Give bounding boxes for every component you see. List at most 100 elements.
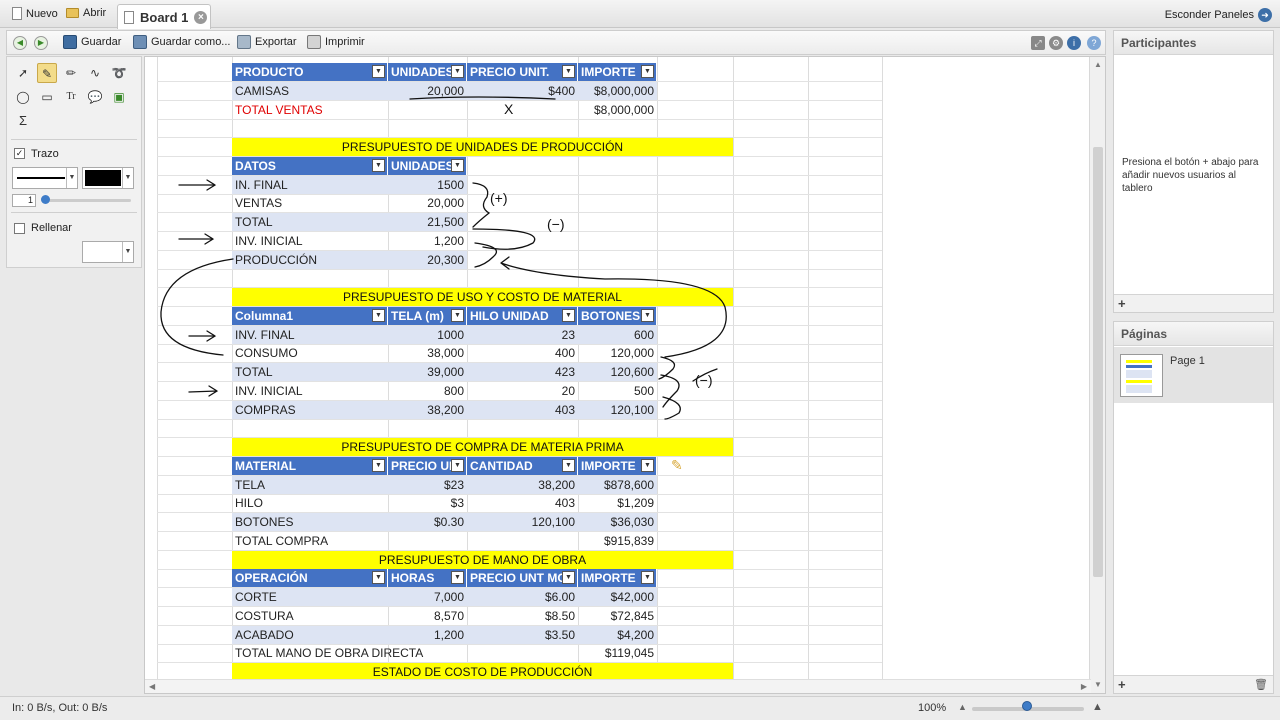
zoom-level: 100% [918,702,947,714]
add-participant-icon[interactable]: + [1118,296,1126,311]
pencil-cursor-icon: ✎ [671,457,683,473]
gear-icon[interactable]: ⚙ [1049,36,1063,50]
open-button[interactable]: Abrir [66,7,106,19]
brace-stroke [474,242,498,268]
rellenar-label: Rellenar [31,222,72,234]
highlighter-icon[interactable]: ✏ [61,63,81,83]
line-style-dropdown[interactable]: ▼ [12,167,78,189]
new-document-icon [12,7,22,20]
participants-panel: Participantes Presiona el botón + abajo … [1113,30,1274,313]
select-arrow-icon[interactable]: ➚ [13,63,33,83]
ellipse-icon[interactable]: ◯ [13,87,33,107]
freehand-curve-icon[interactable]: ∿ [85,63,105,83]
participants-footer: + [1114,294,1273,312]
arrow-right-icon: ➜ [1258,8,1272,22]
page-thumbnail[interactable] [1120,354,1163,397]
divider [11,212,137,213]
arrow-stroke [188,330,217,342]
tool-panel: ➚ ✎ ✏ ∿ ➰ ◯ ▭ Tr 💬 ▣ Σ ✓ Trazo ▼ ▼ 1 Rel… [6,56,142,268]
text-tool-icon[interactable]: Tr [61,87,81,107]
hide-panels-button[interactable]: Esconder Paneles ➜ [1165,8,1272,22]
board-document-icon [124,10,134,24]
save-button[interactable]: Guardar [63,35,121,49]
trazo-checkbox[interactable]: ✓ [14,148,25,159]
status-bar: In: 0 B/s, Out: 0 B/s 100% ▲ ▲ [0,696,1280,720]
info-icon[interactable]: i [1067,36,1081,50]
export-label: Exportar [255,36,297,48]
chevron-down-icon: ▼ [66,168,77,188]
forward-button[interactable]: ▶ [34,36,48,50]
new-label: Nuevo [26,7,58,20]
brace-stroke [662,396,681,420]
traffic-status: In: 0 B/s, Out: 0 B/s [12,702,108,714]
zoom-knob[interactable] [1022,701,1032,711]
participants-title: Participantes [1114,31,1273,55]
help-icon[interactable]: ? [1087,36,1101,50]
pages-panel: Páginas Page 1 + 🗑 [1113,321,1274,694]
fill-color-dropdown[interactable]: ▼ [82,241,134,263]
tab-bar: Nuevo Abrir Board 1 × Esconder Paneles ➜ [0,0,1280,29]
trash-icon[interactable]: 🗑 [1254,678,1268,691]
save-as-label: Guardar como... [151,36,231,48]
page-item[interactable]: Page 1 [1114,347,1273,403]
ink-minus-mark: (−) [547,216,565,232]
pages-footer: + 🗑 [1114,675,1273,693]
brace-stroke [472,228,536,250]
scroll-right-icon[interactable]: ▶ [1081,682,1087,691]
scroll-left-icon[interactable]: ◀ [149,682,155,691]
close-tab-icon[interactable]: × [194,10,208,24]
chevron-down-icon: ▼ [122,168,133,188]
lasso-icon[interactable]: ➰ [109,63,129,83]
fullscreen-icon[interactable]: ⤢ [1031,36,1045,50]
arrow-stroke [178,233,215,245]
ink-minus-mark-2: (−) [695,372,713,388]
scroll-up-icon[interactable]: ▲ [1094,60,1102,69]
hide-panels-label: Esconder Paneles [1164,9,1254,21]
stroke-width-field[interactable]: 1 [12,194,36,207]
page-label: Page 1 [1170,355,1205,367]
chevron-down-icon: ▼ [122,242,133,262]
print-button[interactable]: Imprimir [307,35,365,49]
back-button[interactable]: ◀ [13,36,27,50]
folder-icon [66,8,79,18]
rectangle-icon[interactable]: ▭ [37,87,57,107]
zoom-in-icon[interactable]: ▲ [1092,701,1103,713]
divider [11,139,137,140]
ink-plus-mark: (+) [490,190,508,206]
vertical-scrollbar[interactable]: ▲ ▼ [1089,57,1105,693]
open-label: Abrir [83,7,107,19]
export-button[interactable]: Exportar [237,35,297,49]
save-icon [63,35,77,49]
trazo-label: Trazo [31,148,59,160]
scroll-thumb[interactable] [1093,147,1103,577]
stroke-color-dropdown[interactable]: ▼ [82,167,134,189]
arrow-stroke [178,179,217,191]
add-page-icon[interactable]: + [1118,677,1126,692]
ink-stroke [409,96,556,100]
toolbar: ◀ ▶ Guardar Guardar como... Exportar Imp… [6,30,1106,55]
ink-layer: X (+) (−) (−) [160,96,727,420]
new-button[interactable]: Nuevo [12,7,58,20]
save-label: Guardar [81,36,122,48]
sum-icon[interactable]: Σ [13,111,33,131]
pencil-icon[interactable]: ✎ [37,63,57,83]
zoom-out-icon[interactable]: ▲ [958,702,967,712]
board-canvas[interactable]: PRODUCTO ▼ UNIDADES ▼ PRECIO UNIT. ▼ IMPORTE ▼ C… [144,56,1106,694]
line-preview [17,177,65,179]
rellenar-checkbox[interactable] [14,223,25,234]
stroke-width-slider[interactable] [41,199,131,202]
loop-stroke [160,258,234,356]
callout-icon[interactable]: 💬 [85,87,105,107]
slider-knob[interactable] [41,195,50,204]
horizontal-scrollbar[interactable]: ◀ ▶ [145,679,1091,693]
save-as-button[interactable]: Guardar como... [133,35,230,49]
arrow-stroke [188,385,219,397]
tab-board-1[interactable]: Board 1 × [117,4,211,29]
image-icon[interactable]: ▣ [109,87,129,107]
color-swatch [85,170,121,186]
export-icon [237,35,251,49]
printer-icon [307,35,321,49]
save-as-icon [133,35,147,49]
pages-title: Páginas [1114,322,1273,346]
scroll-down-icon[interactable]: ▼ [1094,680,1102,689]
